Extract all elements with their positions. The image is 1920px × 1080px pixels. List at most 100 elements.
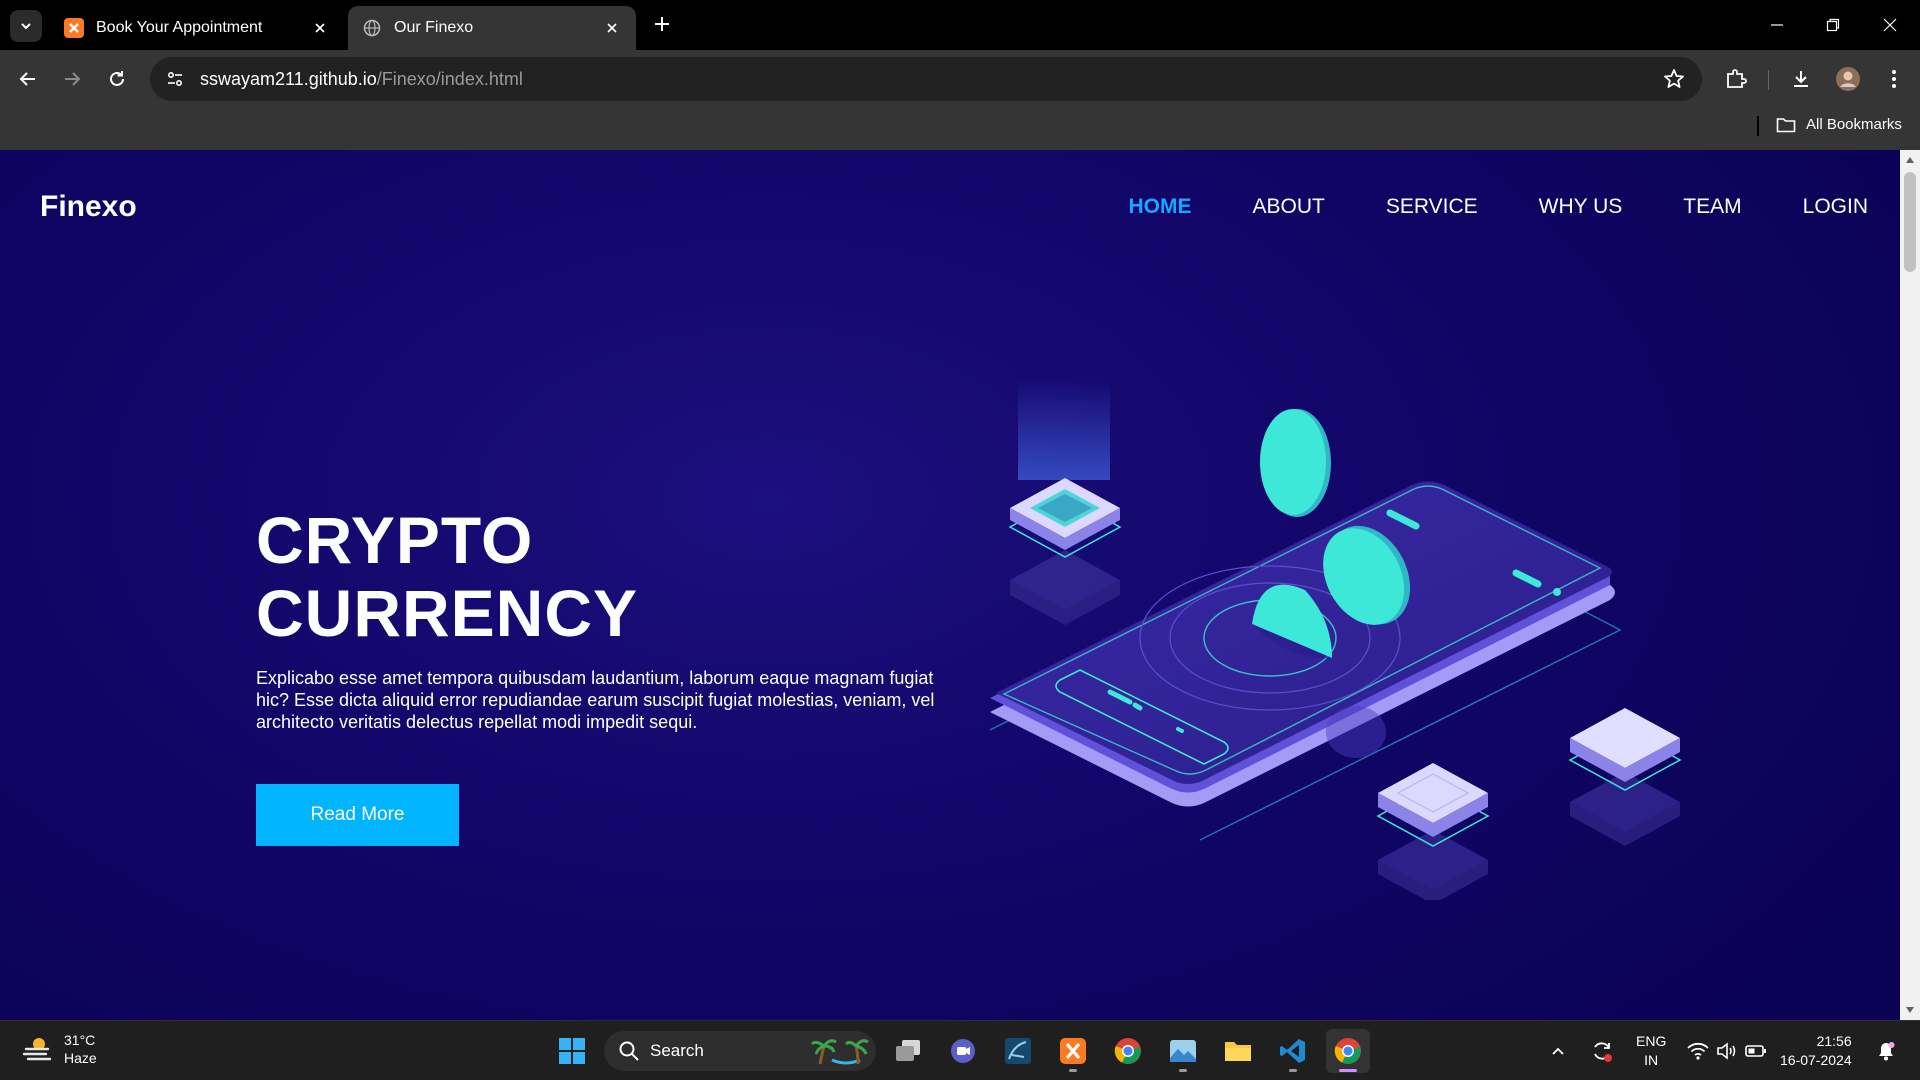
toolbar-divider <box>1768 70 1769 90</box>
palm-tree-icon <box>810 1039 869 1065</box>
windows-logo-icon <box>559 1038 585 1064</box>
chrome-app-active[interactable] <box>1326 1029 1370 1073</box>
light-beam <box>1018 380 1110 480</box>
site-logo[interactable]: Finexo <box>40 190 137 224</box>
xampp-app[interactable] <box>1051 1029 1095 1073</box>
search-icon <box>619 1041 639 1061</box>
download-icon <box>1794 71 1808 87</box>
sync-status[interactable] <box>1584 1029 1620 1073</box>
scroll-thumb[interactable] <box>1904 172 1916 272</box>
running-indicator <box>1069 1069 1077 1072</box>
site-info-icon[interactable] <box>162 66 188 92</box>
scroll-down-arrow-icon[interactable] <box>1904 1004 1916 1016</box>
bookmark-star-icon[interactable] <box>1662 67 1686 91</box>
extensions-button[interactable] <box>1722 65 1750 93</box>
photos-icon <box>1170 1040 1196 1062</box>
folder-icon <box>1776 117 1796 132</box>
minimize-icon <box>1771 24 1783 26</box>
xampp-icon <box>64 18 84 38</box>
task-view-button[interactable] <box>886 1029 930 1073</box>
tab-search-button[interactable] <box>10 10 42 42</box>
avatar-icon <box>1836 67 1860 91</box>
menu-button[interactable] <box>1880 65 1908 93</box>
weather-description: Haze <box>64 1050 97 1066</box>
site-navigation: HOME ABOUT SERVICE WHY US TEAM LOGIN <box>1068 195 1869 219</box>
nav-service[interactable]: SERVICE <box>1386 195 1478 219</box>
page-scrollbar[interactable] <box>1900 150 1920 1020</box>
bookmarks-divider <box>1757 116 1759 136</box>
new-tab-button[interactable] <box>650 12 674 36</box>
battery-status[interactable] <box>1738 1029 1774 1073</box>
nav-home[interactable]: HOME <box>1129 195 1192 219</box>
chrome-icon <box>1114 1038 1141 1064</box>
url-text: sswayam211.github.io/Finexo/index.html <box>200 69 523 90</box>
nav-why-us[interactable]: WHY US <box>1539 195 1623 219</box>
browser-toolbar: sswayam211.github.io/Finexo/index.html <box>0 50 1920 108</box>
restore-button[interactable] <box>1818 10 1848 40</box>
hero-title-line-1: CRYPTO <box>256 503 534 577</box>
haze-icon <box>22 1038 52 1061</box>
nav-about[interactable]: ABOUT <box>1253 195 1325 219</box>
close-icon <box>1883 18 1897 32</box>
reload-button[interactable] <box>103 65 131 93</box>
photos-app[interactable] <box>1161 1029 1205 1073</box>
language-indicator[interactable]: ENG IN <box>1636 1032 1666 1070</box>
back-button[interactable] <box>14 65 42 93</box>
tray-overflow-button[interactable] <box>1540 1029 1576 1073</box>
downloads-button[interactable] <box>1787 65 1815 93</box>
wifi-icon <box>1687 1042 1709 1060</box>
weather-temperature: 31°C <box>64 1032 96 1048</box>
restore-icon <box>1826 18 1840 32</box>
arrow-left-icon <box>19 72 35 86</box>
vscode-icon <box>1280 1039 1305 1063</box>
scroll-up-arrow-icon[interactable] <box>1904 154 1916 166</box>
profile-avatar[interactable] <box>1834 65 1862 93</box>
nav-team[interactable]: TEAM <box>1683 195 1741 219</box>
minimize-button[interactable] <box>1762 10 1792 40</box>
weather-widget[interactable]: 31°C Haze <box>22 1031 97 1067</box>
clock[interactable]: 21:56 16-07-2024 <box>1780 1032 1852 1070</box>
close-icon[interactable] <box>602 18 622 38</box>
tab-book-appointment[interactable]: Book Your Appointment <box>50 6 344 50</box>
close-icon[interactable] <box>310 18 330 38</box>
url-path: /Finexo/index.html <box>376 68 523 89</box>
nav-login[interactable]: LOGIN <box>1803 195 1868 219</box>
all-bookmarks-label: All Bookmarks <box>1806 116 1902 133</box>
mysql-workbench-app[interactable] <box>996 1029 1040 1073</box>
chevron-up-icon <box>1552 1047 1564 1055</box>
floating-block-right <box>1568 708 1682 846</box>
start-button[interactable] <box>550 1029 594 1073</box>
close-window-button[interactable] <box>1875 10 1905 40</box>
taskbar-search[interactable]: Search <box>604 1031 876 1071</box>
file-explorer-app[interactable] <box>1216 1029 1260 1073</box>
running-indicator <box>1289 1069 1297 1072</box>
read-more-button[interactable]: Read More <box>256 784 459 846</box>
active-indicator <box>1339 1069 1357 1072</box>
hero-title-line-2: CURRENCY <box>256 576 639 650</box>
task-view-icon <box>896 1040 920 1061</box>
vscode-app[interactable] <box>1271 1029 1315 1073</box>
running-indicator <box>1179 1069 1187 1072</box>
forward-button[interactable] <box>58 65 86 93</box>
chrome-app[interactable] <box>1106 1029 1150 1073</box>
teams-app[interactable] <box>941 1029 985 1073</box>
globe-icon <box>362 18 382 38</box>
floating-block-top-left <box>1008 478 1122 625</box>
all-bookmarks-button[interactable]: All Bookmarks <box>1776 116 1902 133</box>
arrow-right-icon <box>65 72 81 86</box>
notifications-button[interactable] <box>1868 1029 1904 1073</box>
tab-our-finexo[interactable]: Our Finexo <box>348 6 636 50</box>
windows-taskbar: 31°C Haze Search ENG IN 21:56 16-07-2024 <box>0 1020 1920 1080</box>
battery-icon <box>1745 1045 1766 1057</box>
reload-icon <box>110 71 124 86</box>
clock-time: 21:56 <box>1816 1033 1852 1049</box>
language-region: IN <box>1644 1052 1659 1068</box>
plus-icon <box>655 17 669 31</box>
chevron-down-icon <box>21 23 31 30</box>
crypto-phone-illustration <box>989 380 1682 900</box>
speaker-icon <box>1717 1042 1736 1060</box>
address-bar[interactable]: sswayam211.github.io/Finexo/index.html <box>150 57 1702 101</box>
bookmarks-bar: All Bookmarks <box>0 108 1920 150</box>
floating-block-bottom <box>1376 763 1490 900</box>
more-vert-icon <box>1892 70 1896 88</box>
